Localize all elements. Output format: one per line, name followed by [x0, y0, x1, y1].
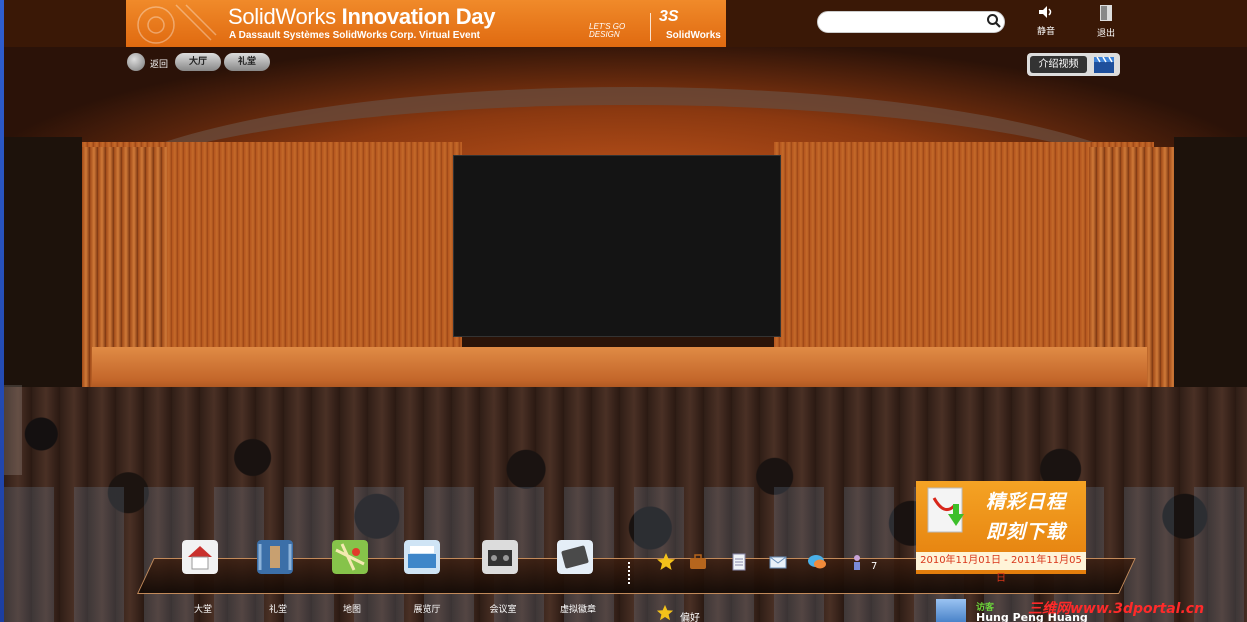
event-date-range: 2010年11月01日 - 2011年11月05日: [916, 552, 1086, 584]
dock-item-virtual-badge[interactable]: [557, 540, 599, 578]
exit-button[interactable]: 退出: [1091, 4, 1121, 40]
sketch-decoration-icon: [137, 4, 217, 44]
people-icon[interactable]: [849, 552, 869, 572]
dock-item-exhibit-hall[interactable]: [404, 540, 446, 578]
star-icon[interactable]: [656, 552, 676, 572]
dock-item-map[interactable]: [332, 540, 374, 578]
dock-label-exhibit-hall: 展览厅: [413, 605, 441, 615]
dock-label-auditorium: 礼堂: [268, 605, 287, 615]
dock-item-meeting-room[interactable]: [482, 540, 524, 578]
schedule-title: 精彩日程: [986, 491, 1067, 513]
exit-label: 退出: [1096, 29, 1115, 39]
search-box: [817, 11, 1005, 33]
mute-button[interactable]: 静音: [1031, 4, 1061, 40]
dock-item-lobby[interactable]: [182, 540, 224, 578]
back-link[interactable]: 返回: [150, 57, 168, 70]
virtual-badge-icon: [557, 540, 593, 574]
tagline: LET'S GO DESIGN: [589, 22, 626, 39]
dock-label-lobby: 大堂: [193, 605, 212, 615]
auditorium-icon: [257, 540, 293, 574]
house-icon: [182, 540, 218, 574]
nav-hall-button[interactable]: 大厅: [175, 53, 221, 71]
search-icon[interactable]: [986, 13, 1002, 29]
online-count: 7: [871, 561, 878, 572]
dock-label-virtual-badge: 虚拟徽章: [559, 605, 596, 615]
brand-logo: SolidWorks: [666, 30, 721, 41]
clapperboard-icon: [1094, 56, 1114, 73]
avatar[interactable]: [936, 599, 966, 622]
download-now-label: 即刻下载: [986, 521, 1067, 543]
briefcase-icon[interactable]: [688, 552, 708, 572]
ds-logo: 3S: [659, 8, 679, 25]
search-input[interactable]: [826, 14, 980, 32]
favorites-label[interactable]: 偏好: [680, 609, 700, 622]
back-icon[interactable]: [127, 53, 145, 71]
event-title: SolidWorks Innovation Day: [228, 4, 496, 29]
speaker-icon: [1039, 6, 1052, 18]
mail-icon[interactable]: [768, 552, 788, 572]
banner-divider: [650, 13, 651, 41]
nav-auditorium-button[interactable]: 礼堂: [224, 53, 270, 71]
meeting-room-icon: [482, 540, 518, 574]
dock-separator: [628, 562, 632, 584]
event-subtitle: A Dassault Systèmes SolidWorks Corp. Vir…: [229, 30, 481, 41]
map-icon: [332, 540, 368, 574]
site-watermark: 三维网www.3dportal.cn: [1028, 601, 1205, 617]
mute-label: 静音: [1036, 27, 1055, 37]
dock-label-map: 地图: [342, 605, 361, 615]
schedule-download-panel[interactable]: 精彩日程 即刻下载 2010年11月01日 - 2011年11月05日: [916, 481, 1086, 584]
notes-icon[interactable]: [729, 552, 749, 572]
intro-video-button[interactable]: 介绍视频: [1027, 53, 1120, 76]
chat-icon[interactable]: [807, 552, 827, 572]
top-bar-left: [4, 0, 126, 47]
event-banner: SolidWorks Innovation Day A Dassault Sys…: [126, 0, 726, 47]
exhibit-hall-icon: [404, 540, 440, 574]
dock-item-auditorium[interactable]: [257, 540, 299, 578]
presentation-screen[interactable]: [453, 155, 781, 337]
scroll-left-handle[interactable]: [4, 385, 22, 475]
pdf-download-icon: [927, 487, 964, 533]
virtual-event-window: SolidWorks Innovation Day A Dassault Sys…: [0, 0, 1247, 622]
door-icon: [1100, 5, 1112, 21]
intro-video-label: 介绍视频: [1030, 56, 1087, 73]
favorites-star-icon[interactable]: [656, 604, 674, 622]
dock-label-meeting-room: 会议室: [489, 605, 517, 615]
